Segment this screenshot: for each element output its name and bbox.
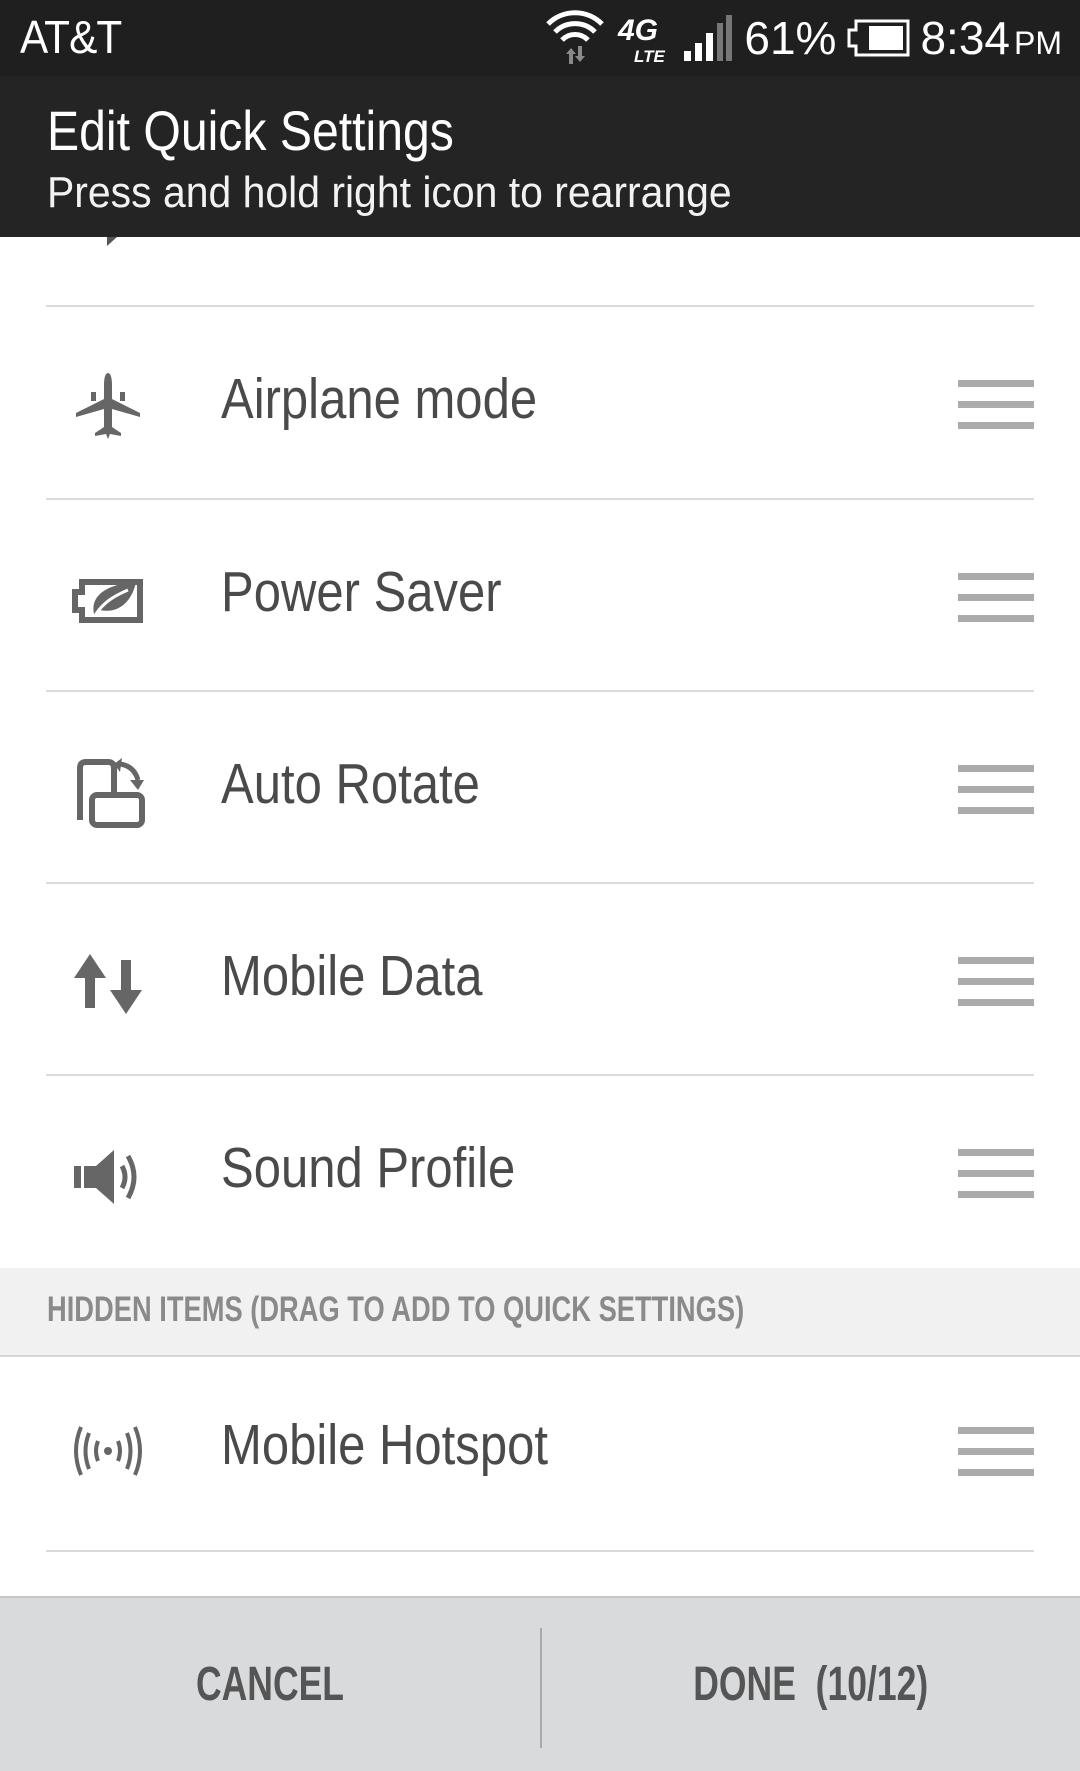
airplane-icon [76,373,140,439]
data-activity-icon [566,46,586,64]
hidden-item-mobile-hotspot[interactable]: Mobile Hotspot [0,1357,1080,1549]
list-divider [46,1550,1034,1552]
item-label: Airplane mode [221,367,538,431]
drag-handle-icon[interactable] [958,573,1034,623]
wifi-icon [546,10,605,64]
hidden-items-header: HIDDEN ITEMS (DRAG TO ADD TO QUICK SETTI… [0,1268,1080,1357]
drag-handle-icon[interactable] [958,1149,1034,1199]
power-saver-icon [72,579,143,623]
page-title: Edit Quick Settings [47,99,454,162]
item-label: Mobile Data [221,944,483,1008]
page-subtitle: Press and hold right icon to rearrange [47,168,732,217]
action-bar: CANCEL DONE (10/12) [0,1596,1080,1771]
item-label: Auto Rotate [221,752,480,816]
speaker-icon [74,1150,137,1204]
4g-lte-icon: 4G LTE [617,14,666,66]
drag-handle-icon[interactable] [958,957,1034,1007]
drag-handle-icon[interactable] [958,765,1034,815]
item-label: Power Saver [221,560,502,624]
app-header: Edit Quick Settings Press and hold right… [0,76,1080,237]
scrolled-item-remnant [107,237,117,246]
quick-setting-item-airplane-mode[interactable]: Airplane mode [0,307,1080,499]
item-label: Sound Profile [221,1136,516,1200]
mobile-data-icon [74,954,142,1014]
clock: 8:34 PM [920,11,1062,65]
battery-percent: 61% [744,12,837,64]
section-label: HIDDEN ITEMS (DRAG TO ADD TO QUICK SETTI… [47,1290,745,1329]
carrier-name: AT&T [20,11,122,63]
clock-ampm: PM [1014,25,1062,61]
done-button[interactable]: DONE (10/12) [542,1598,1080,1771]
cancel-button[interactable]: CANCEL [0,1598,540,1771]
network-subtype: LTE [634,47,666,66]
quick-setting-item-mobile-data[interactable]: Mobile Data [0,884,1080,1076]
drag-handle-icon[interactable] [958,380,1034,430]
battery-icon [847,19,910,57]
quick-setting-item-power-saver[interactable]: Power Saver [0,500,1080,692]
item-label: Mobile Hotspot [221,1413,548,1477]
quick-setting-item-auto-rotate[interactable]: Auto Rotate [0,692,1080,884]
hotspot-icon [74,1426,142,1476]
drag-handle-icon[interactable] [958,1427,1034,1477]
quick-setting-item-sound-profile[interactable]: Sound Profile [0,1076,1080,1268]
network-type: 4G [617,14,658,47]
cancel-label: CANCEL [196,1658,344,1711]
auto-rotate-icon [77,758,145,828]
clock-time: 8:34 [920,12,1010,64]
done-label: DONE (10/12) [693,1658,929,1711]
signal-icon [684,15,733,61]
status-bar: AT&T 4G LTE 61% 8:34 PM [0,0,1080,76]
status-icons: 4G LTE 61% 8:34 PM [544,6,1062,70]
